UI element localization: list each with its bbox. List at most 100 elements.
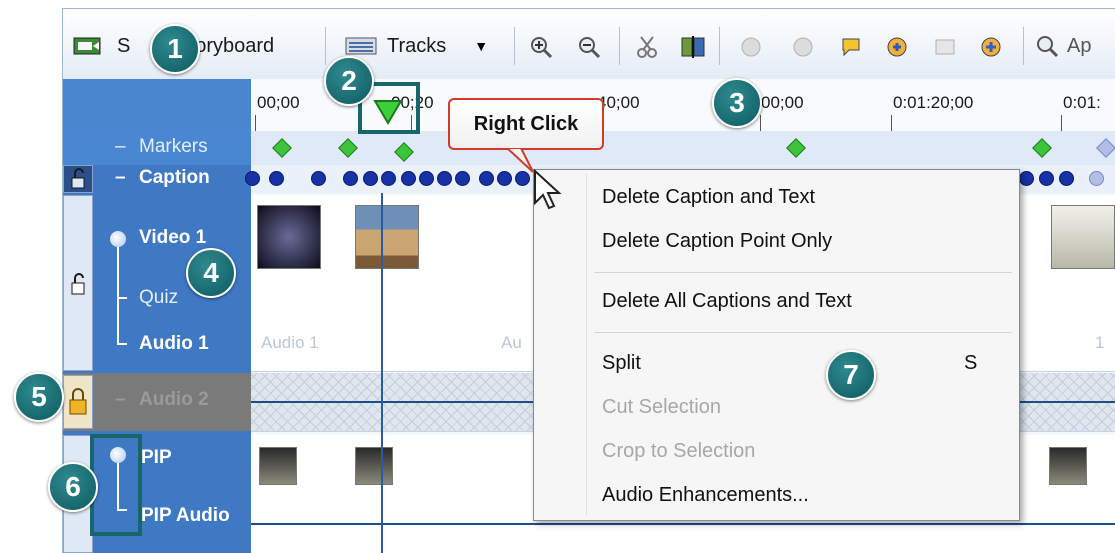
zoom-in-icon[interactable] — [529, 35, 553, 59]
caption-point[interactable] — [343, 171, 358, 186]
apply-label: Ap — [1067, 34, 1092, 57]
ruler-tick: 00;00 — [257, 93, 300, 112]
right-click-tooltip: Right Click — [448, 98, 604, 150]
caption-point[interactable] — [437, 171, 452, 186]
track-tree-branch — [117, 297, 127, 299]
caption-point[interactable] — [401, 171, 416, 186]
video-clip-thumbnail[interactable] — [1051, 205, 1115, 269]
menu-item-delete-caption-point-only[interactable]: Delete Caption Point Only — [602, 230, 832, 253]
menu-item-audio-enhancements[interactable]: Audio Enhancements... — [602, 484, 809, 507]
video-group-lock-button[interactable] — [63, 195, 93, 371]
tooltip-pointer — [505, 148, 534, 173]
track-tree-line — [117, 247, 119, 343]
audio-clip-label: 1 — [1095, 333, 1105, 352]
marker[interactable] — [1032, 138, 1052, 158]
callout-2: 2 — [324, 56, 374, 106]
caption-point[interactable] — [1059, 171, 1074, 186]
callout-7: 7 — [826, 350, 876, 400]
callout-icon[interactable] — [839, 35, 863, 59]
menu-item-delete-all-captions[interactable]: Delete All Captions and Text — [602, 290, 852, 313]
cut-icon[interactable] — [635, 35, 659, 59]
video1-label: Video 1 — [139, 227, 207, 248]
caption-point[interactable] — [269, 171, 284, 186]
audio-clip-label: Audio 1 — [261, 333, 319, 352]
apply-icon — [1037, 36, 1059, 58]
quiz-label: Quiz — [139, 287, 179, 308]
markers-collapse[interactable]: – — [115, 136, 126, 158]
menu-separator — [594, 332, 1012, 333]
add-caption-icon[interactable] — [791, 35, 815, 59]
markers-header[interactable]: – Markers — [63, 131, 251, 165]
markers-track[interactable] — [251, 131, 1115, 165]
chevron-down-icon[interactable]: ▼ — [474, 38, 488, 54]
toolbar-separator — [1023, 27, 1024, 65]
callout-3: 3 — [712, 78, 762, 128]
caption-point[interactable] — [419, 171, 434, 186]
markers-label: Markers — [139, 136, 208, 157]
unlock-icon — [71, 273, 85, 295]
menu-item-crop-to-selection: Crop to Selection — [602, 440, 756, 462]
pip-clip-thumbnail[interactable] — [259, 447, 297, 485]
split-shortcut: S — [964, 352, 978, 374]
header-ruler-band — [63, 79, 251, 131]
pip-audio-label: PIP Audio — [141, 505, 230, 526]
pip-clip-thumbnail[interactable] — [355, 447, 393, 485]
caption-point[interactable] — [1019, 171, 1034, 186]
caption-point[interactable] — [245, 171, 260, 186]
caption-lock-button[interactable] — [63, 165, 93, 193]
quiz-icon[interactable] — [933, 35, 957, 59]
audio2-collapse[interactable]: – — [115, 389, 126, 411]
pip-clip-thumbnail[interactable] — [1049, 447, 1087, 485]
track-tree-branch — [117, 343, 127, 345]
caption-collapse[interactable]: – — [115, 167, 126, 189]
audio1-label: Audio 1 — [139, 333, 209, 354]
split-icon[interactable] — [681, 35, 705, 59]
menu-separator — [594, 272, 1012, 273]
toolbar: S Storyboard Tracks ▼ Ap — [63, 9, 1115, 80]
menu-item-delete-caption-and-text[interactable]: Delete Caption and Text — [602, 186, 815, 209]
caption-point[interactable] — [363, 171, 378, 186]
marker[interactable] — [338, 138, 358, 158]
marker[interactable] — [786, 138, 806, 158]
unlock-icon — [71, 168, 85, 189]
caption-point[interactable] — [1089, 171, 1104, 186]
caption-point[interactable] — [381, 171, 396, 186]
ruler-major-tick — [760, 115, 761, 131]
storyboard-icon — [73, 37, 101, 55]
caption-point[interactable] — [1039, 171, 1054, 186]
lock-icon — [69, 388, 87, 415]
marker[interactable] — [394, 142, 414, 162]
callout-5: 5 — [14, 372, 64, 422]
ruler-major-tick — [1061, 115, 1062, 131]
video-clip-thumbnail[interactable] — [257, 205, 321, 269]
caption-point[interactable] — [455, 171, 470, 186]
video-clip-thumbnail[interactable] — [355, 205, 419, 269]
toolbar-separator — [619, 27, 620, 65]
mouse-cursor-icon — [534, 169, 562, 210]
tracks-button[interactable]: Tracks ▼ — [345, 31, 488, 61]
audio2-label: Audio 2 — [139, 389, 209, 410]
callout-1: 1 — [150, 24, 200, 74]
ruler-major-tick — [891, 115, 892, 131]
caption-point[interactable] — [479, 171, 494, 186]
marker[interactable] — [272, 138, 292, 158]
toolbar-separator — [719, 27, 720, 65]
toolbar-separator — [325, 27, 326, 65]
video1-toggle[interactable] — [110, 231, 126, 247]
caption-label: Caption — [139, 167, 210, 188]
apply-button[interactable]: Ap — [1035, 31, 1091, 61]
flash-hotspot-icon[interactable] — [979, 35, 1003, 59]
callout-4: 4 — [186, 248, 236, 298]
playhead-line — [381, 193, 383, 553]
callout-6: 6 — [48, 462, 98, 512]
zoom-n-pan-icon[interactable] — [885, 35, 909, 59]
menu-gutter — [586, 174, 587, 516]
menu-item-split[interactable]: Split — [602, 352, 641, 375]
zoom-out-icon[interactable] — [577, 35, 601, 59]
caption-point[interactable] — [311, 171, 326, 186]
ruler-tick: 0:01: — [1063, 93, 1101, 112]
pip-label: PIP — [141, 447, 172, 468]
add-marker-icon[interactable] — [739, 35, 763, 59]
audio2-lock-button[interactable] — [63, 375, 93, 429]
marker[interactable] — [1096, 138, 1115, 158]
